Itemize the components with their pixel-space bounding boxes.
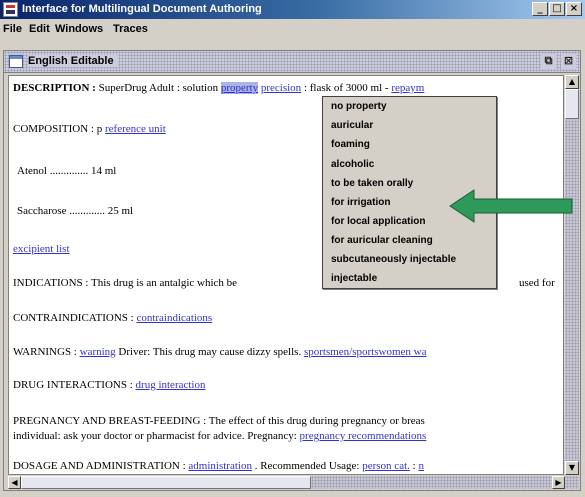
dosage-text: . Recommended Usage: [254,460,360,472]
window-title: Interface for Multilingual Document Auth… [22,3,262,15]
ingredient-dots: .............. [49,165,89,177]
composition-line: COMPOSITION : p reference unit [13,123,166,135]
age-label: Adult : [149,82,180,94]
menu-item-local-application[interactable]: for local application [331,216,425,227]
drug-interactions-label: DRUG INTERACTIONS : [13,379,133,391]
menu-item-no-property[interactable]: no property [331,101,387,112]
indications-text: INDICATIONS : This drug is an antalgic w… [13,277,238,289]
flask-text: : flask of 3000 ml - [303,82,389,94]
menu-item-irrigation[interactable]: for irrigation [331,197,390,208]
green-arrow-icon [449,189,573,223]
contraindications-label: CONTRAINDICATIONS : [13,312,134,324]
contraindications-line: CONTRAINDICATIONS : contraindications [13,312,212,324]
property-link[interactable]: property [220,82,259,94]
pregnancy-text: individual: ask your doctor or pharmacis… [13,430,297,442]
ingredient-row: Saccharose ............. 25 ml [17,205,133,217]
menu-item-auricular-cleaning[interactable]: for auricular cleaning [331,235,433,246]
description-line: DESCRIPTION : SuperDrug Adult : solution… [13,82,424,94]
drug-interaction-link[interactable]: drug interaction [136,379,206,391]
menu-file[interactable]: File [3,23,22,35]
ingredient-amount: 25 ml [107,205,134,217]
vertical-scroll-thumb[interactable] [565,89,579,119]
reference-unit-link[interactable]: reference unit [105,123,166,135]
horizontal-scrollbar[interactable]: ◀ ▶ [8,476,579,489]
frame-title-bar[interactable]: English Editable ⧉ ⊠ [4,51,580,73]
precision-link[interactable]: precision [261,82,301,94]
person-category-link[interactable]: person cat. [362,460,410,472]
sportsmen-link[interactable]: sportsmen/sportswomen wa [304,346,427,358]
vertical-scrollbar[interactable]: ▲ ▼ [565,75,579,475]
menu-item-subcutaneously-injectable[interactable]: subcutaneously injectable [331,254,456,265]
dosage-line: DOSAGE AND ADMINISTRATION : administrati… [13,460,424,472]
scroll-down-icon[interactable]: ▼ [565,461,579,475]
form-label: solution [182,82,219,94]
warnings-label: WARNINGS : [13,346,77,358]
menu-item-auricular[interactable]: auricular [331,120,373,131]
ingredient-amount: 14 ml [90,165,117,177]
scroll-up-icon[interactable]: ▲ [565,75,579,89]
menu-traces[interactable]: Traces [113,23,148,35]
document-icon [9,55,23,68]
close-frame-icon[interactable]: ⊠ [561,54,576,69]
menu-item-foaming[interactable]: foaming [331,139,370,150]
ingredient-dots: ............. [69,205,105,217]
app-icon [3,2,18,17]
restore-frame-icon[interactable]: ⧉ [541,54,556,69]
close-button[interactable]: × [566,2,582,16]
menu-windows[interactable]: Windows [55,23,103,35]
dosage-more-link[interactable]: n [418,460,424,472]
window-title-bar[interactable]: Interface for Multilingual Document Auth… [0,0,585,19]
indications-tail: used for [519,277,555,289]
dosage-colon: : [412,460,416,472]
warning-link[interactable]: warning [80,346,116,358]
minimize-button[interactable]: _ [532,2,548,16]
administration-link[interactable]: administration [188,460,252,472]
ingredient-row: Atenol .............. 14 ml [17,165,116,177]
dosage-label: DOSAGE AND ADMINISTRATION : [13,460,186,472]
excipient-line: excipient list [13,243,70,255]
contraindications-link[interactable]: contraindications [136,312,212,324]
ingredient-name: Saccharose [17,205,67,217]
horizontal-scroll-thumb[interactable] [21,476,311,489]
excipient-list-link[interactable]: excipient list [13,243,70,255]
menu-item-alcoholic[interactable]: alcoholic [331,159,374,170]
composition-label: COMPOSITION : p [13,123,103,135]
menu-bar: File Edit Windows Traces [0,19,585,39]
menu-edit[interactable]: Edit [29,23,50,35]
maximize-button[interactable]: □ [549,2,565,16]
pregnancy-line-2: individual: ask your doctor or pharmacis… [13,430,426,442]
scroll-right-icon[interactable]: ▶ [552,476,565,489]
menu-item-injectable[interactable]: injectable [331,273,377,284]
pregnancy-recommendations-link[interactable]: pregnancy recommendations [300,430,427,442]
menu-item-orally[interactable]: to be taken orally [331,178,413,189]
frame-title: English Editable [28,55,118,67]
pregnancy-line-1: PREGNANCY AND BREAST-FEEDING : The effec… [13,415,425,427]
repayment-link[interactable]: repaym [391,82,424,94]
warnings-line: WARNINGS : warning Driver: This drug may… [13,346,426,358]
brand-name: SuperDrug [98,82,147,94]
warnings-text: Driver: This drug may cause dizzy spells… [118,346,302,358]
indications-line: INDICATIONS : This drug is an antalgic w… [13,277,237,289]
description-label: DESCRIPTION : [13,82,96,94]
scroll-left-icon[interactable]: ◀ [8,476,21,489]
drug-interactions-line: DRUG INTERACTIONS : drug interaction [13,379,205,391]
ingredient-name: Atenol [17,165,47,177]
